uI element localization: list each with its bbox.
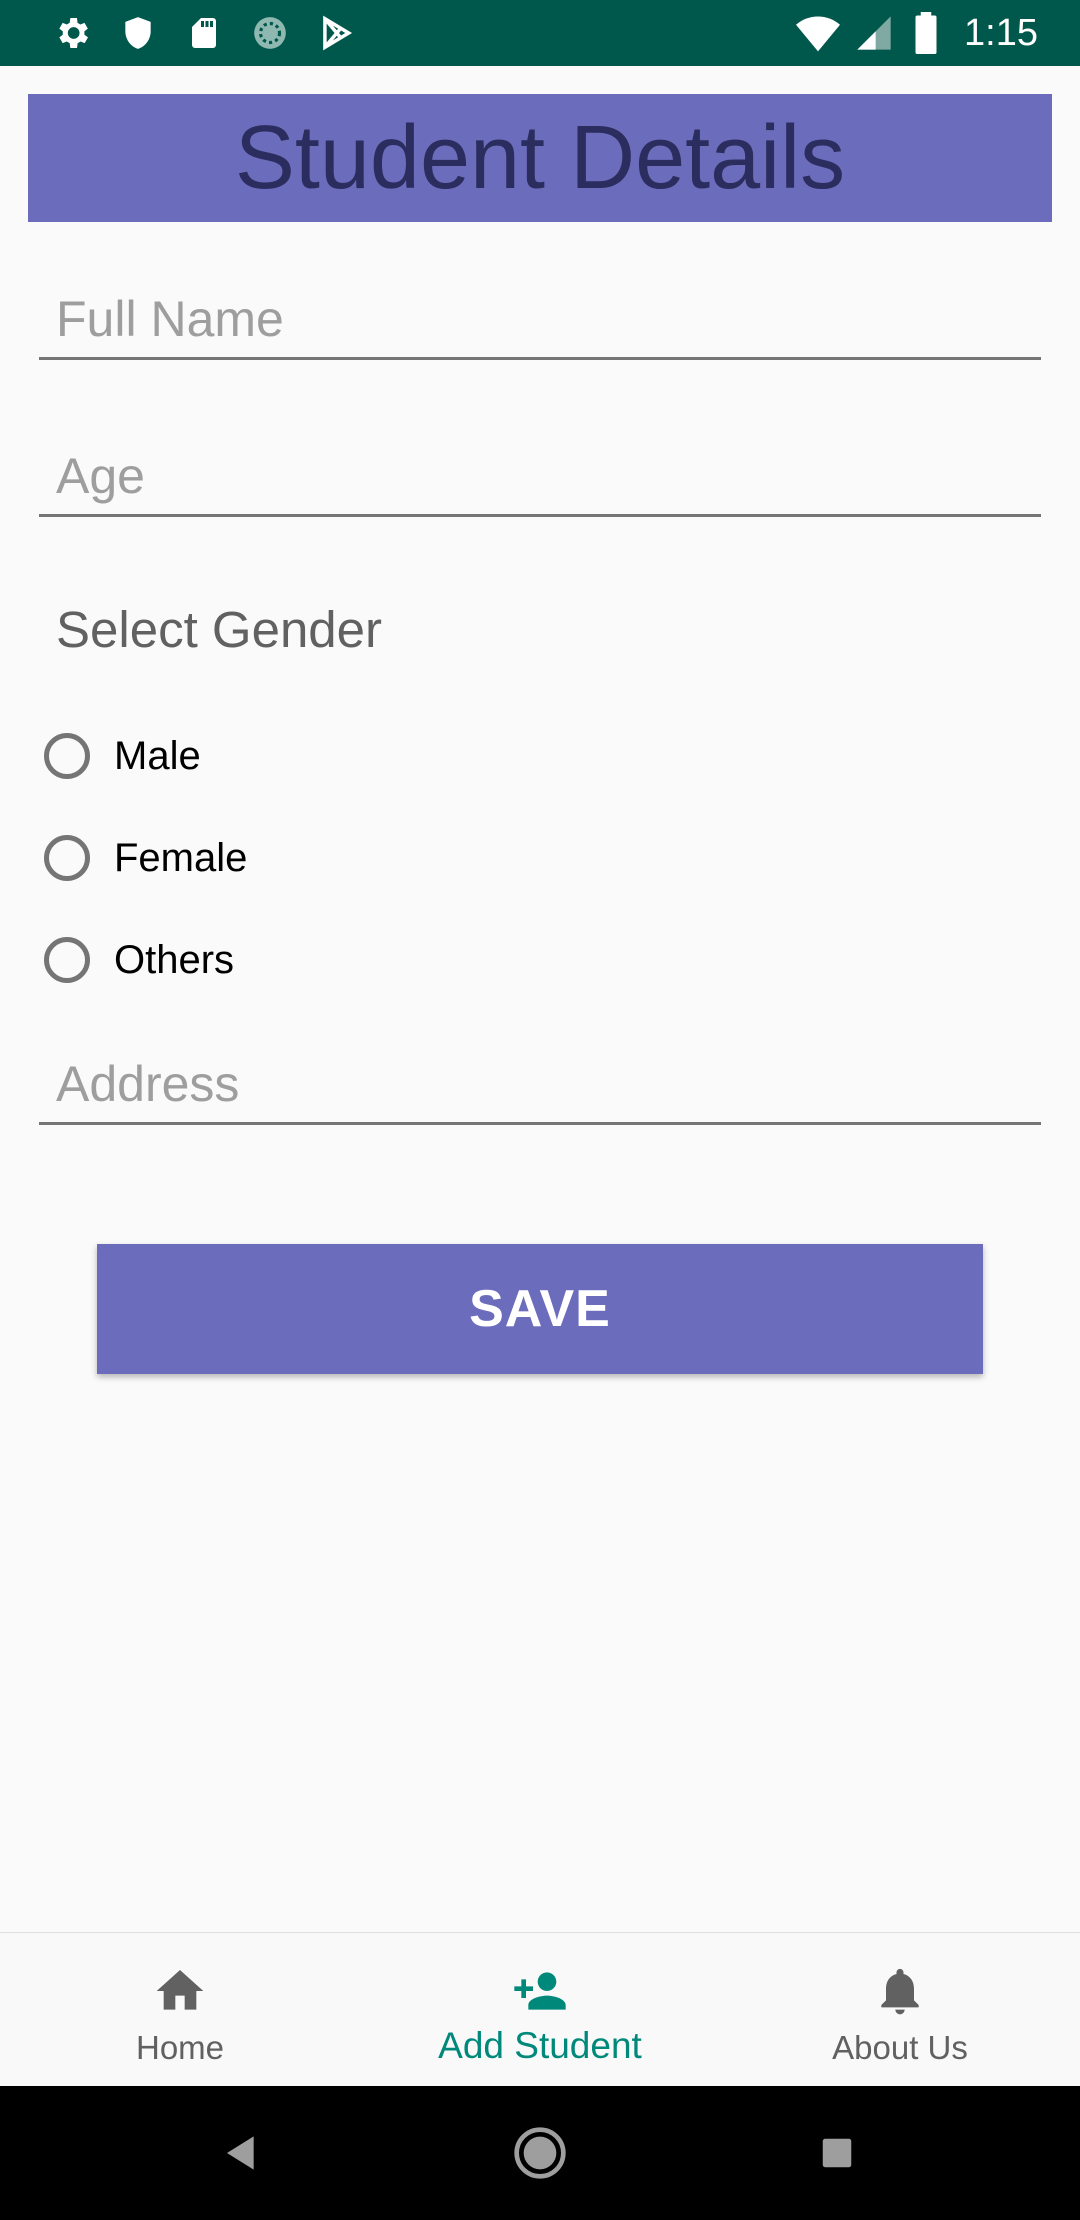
recents-icon[interactable] bbox=[805, 2121, 869, 2185]
gender-radio-male[interactable]: Male bbox=[44, 726, 201, 786]
student-details-screen: 1:15 Student Details Select Gender Male … bbox=[0, 0, 1080, 2220]
back-icon[interactable] bbox=[210, 2121, 274, 2185]
status-bar: 1:15 bbox=[0, 0, 1080, 66]
radio-button-icon[interactable] bbox=[44, 937, 90, 983]
radio-label-others: Others bbox=[114, 937, 235, 982]
sync-icon bbox=[248, 11, 292, 55]
radio-label-male: Male bbox=[114, 733, 201, 778]
nav-item-home[interactable]: Home bbox=[0, 1933, 360, 2087]
gender-label: Select Gender bbox=[56, 601, 383, 658]
address-input[interactable] bbox=[39, 1045, 1041, 1125]
nav-item-about-us[interactable]: About Us bbox=[720, 1933, 1080, 2087]
wifi-icon bbox=[796, 11, 840, 55]
gender-radio-others[interactable]: Others bbox=[44, 930, 234, 990]
sd-card-icon bbox=[182, 11, 226, 55]
bottom-navigation: Home Add Student About Us bbox=[0, 1932, 1080, 2087]
signal-icon bbox=[852, 11, 896, 55]
home-icon bbox=[156, 1970, 204, 2010]
play-store-icon bbox=[314, 11, 358, 55]
radio-button-icon[interactable] bbox=[44, 733, 90, 779]
age-input[interactable] bbox=[39, 437, 1041, 517]
save-button[interactable]: SAVE bbox=[97, 1244, 983, 1374]
bell-icon bbox=[881, 1968, 919, 2015]
system-navigation-bar bbox=[0, 2086, 1080, 2220]
nav-item-add-student[interactable]: Add Student bbox=[360, 1933, 720, 2087]
home-circle-icon[interactable] bbox=[508, 2121, 572, 2185]
page-header: Student Details bbox=[28, 94, 1052, 222]
radio-button-icon[interactable] bbox=[44, 835, 90, 881]
add-person-icon bbox=[514, 1972, 566, 2010]
gender-radio-female[interactable]: Female bbox=[44, 828, 247, 888]
nav-label-home: Home bbox=[135, 2029, 225, 2066]
full-name-input[interactable] bbox=[39, 280, 1041, 360]
radio-label-female: Female bbox=[114, 835, 248, 880]
status-time: 1:15 bbox=[964, 12, 1038, 54]
shield-icon bbox=[116, 11, 160, 55]
gear-icon bbox=[50, 11, 94, 55]
nav-label-about-us: About Us bbox=[832, 2029, 968, 2066]
nav-label-add-student: Add Student bbox=[438, 2025, 642, 2066]
page-title: Student Details bbox=[234, 108, 846, 208]
battery-icon bbox=[904, 11, 948, 55]
